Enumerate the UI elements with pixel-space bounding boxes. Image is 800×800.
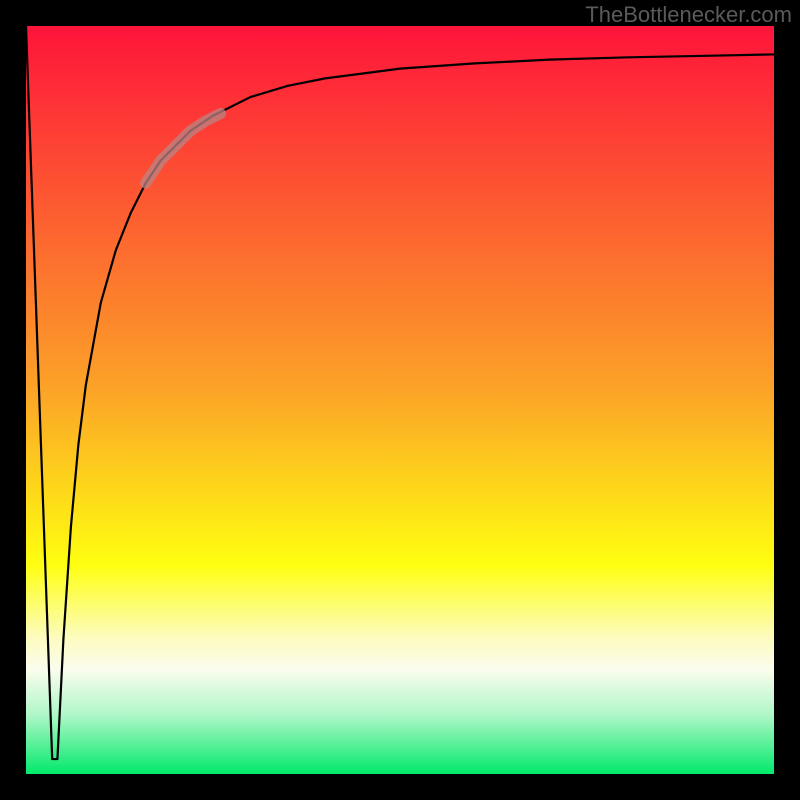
gradient-background [26,26,774,774]
chart-container: { "attribution": "TheBottlenecker.com", … [0,0,800,800]
attribution-text: TheBottlenecker.com [585,2,792,28]
bottleneck-chart [0,0,800,800]
